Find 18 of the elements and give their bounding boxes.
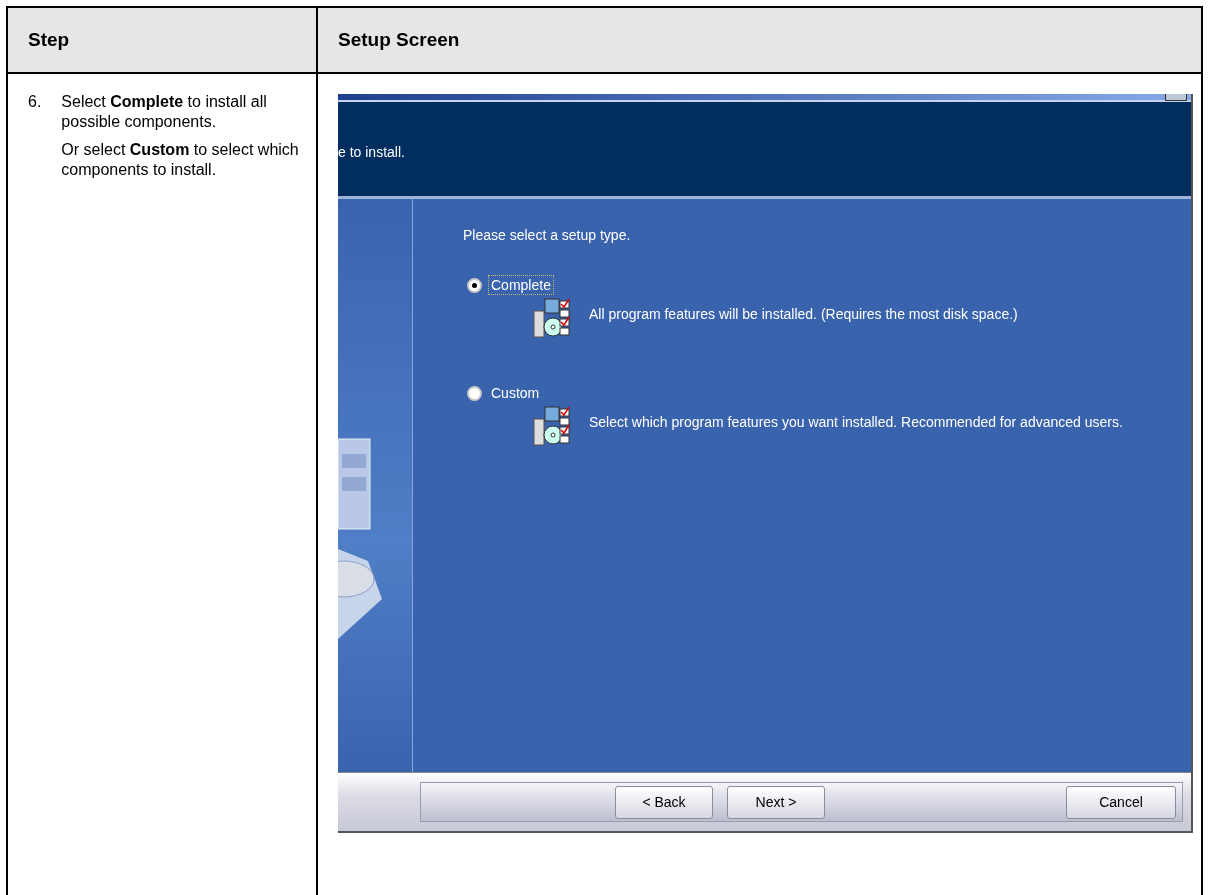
installer-package-icon <box>533 405 571 447</box>
radio-button[interactable] <box>467 277 482 293</box>
wizard-button[interactable]: Next > <box>727 785 825 819</box>
option-description: Select which program features you want installed. Recommended for advanced users. <box>589 413 1123 432</box>
radio-button[interactable] <box>467 385 482 401</box>
header-text: e to install. <box>338 144 405 160</box>
wizard-button[interactable]: < Back <box>615 785 713 819</box>
step-number: 6. <box>28 92 42 112</box>
step-instruction: Select Complete to install all possible components. <box>61 92 268 132</box>
installer-package-icon <box>533 297 571 339</box>
prompt-text: Please select a setup type. <box>463 227 632 243</box>
option-description: All program features will be installed. (Requires the most disk space.) <box>589 305 1018 324</box>
radio-label[interactable]: Complete <box>488 275 554 295</box>
step-instruction: Or select Custom to select which components to install. <box>61 140 300 180</box>
radio-label[interactable]: Custom <box>488 383 543 403</box>
column-header: Setup Screen <box>317 7 1202 73</box>
wizard-button[interactable]: Cancel <box>1066 785 1176 819</box>
column-header: Step <box>7 7 317 73</box>
